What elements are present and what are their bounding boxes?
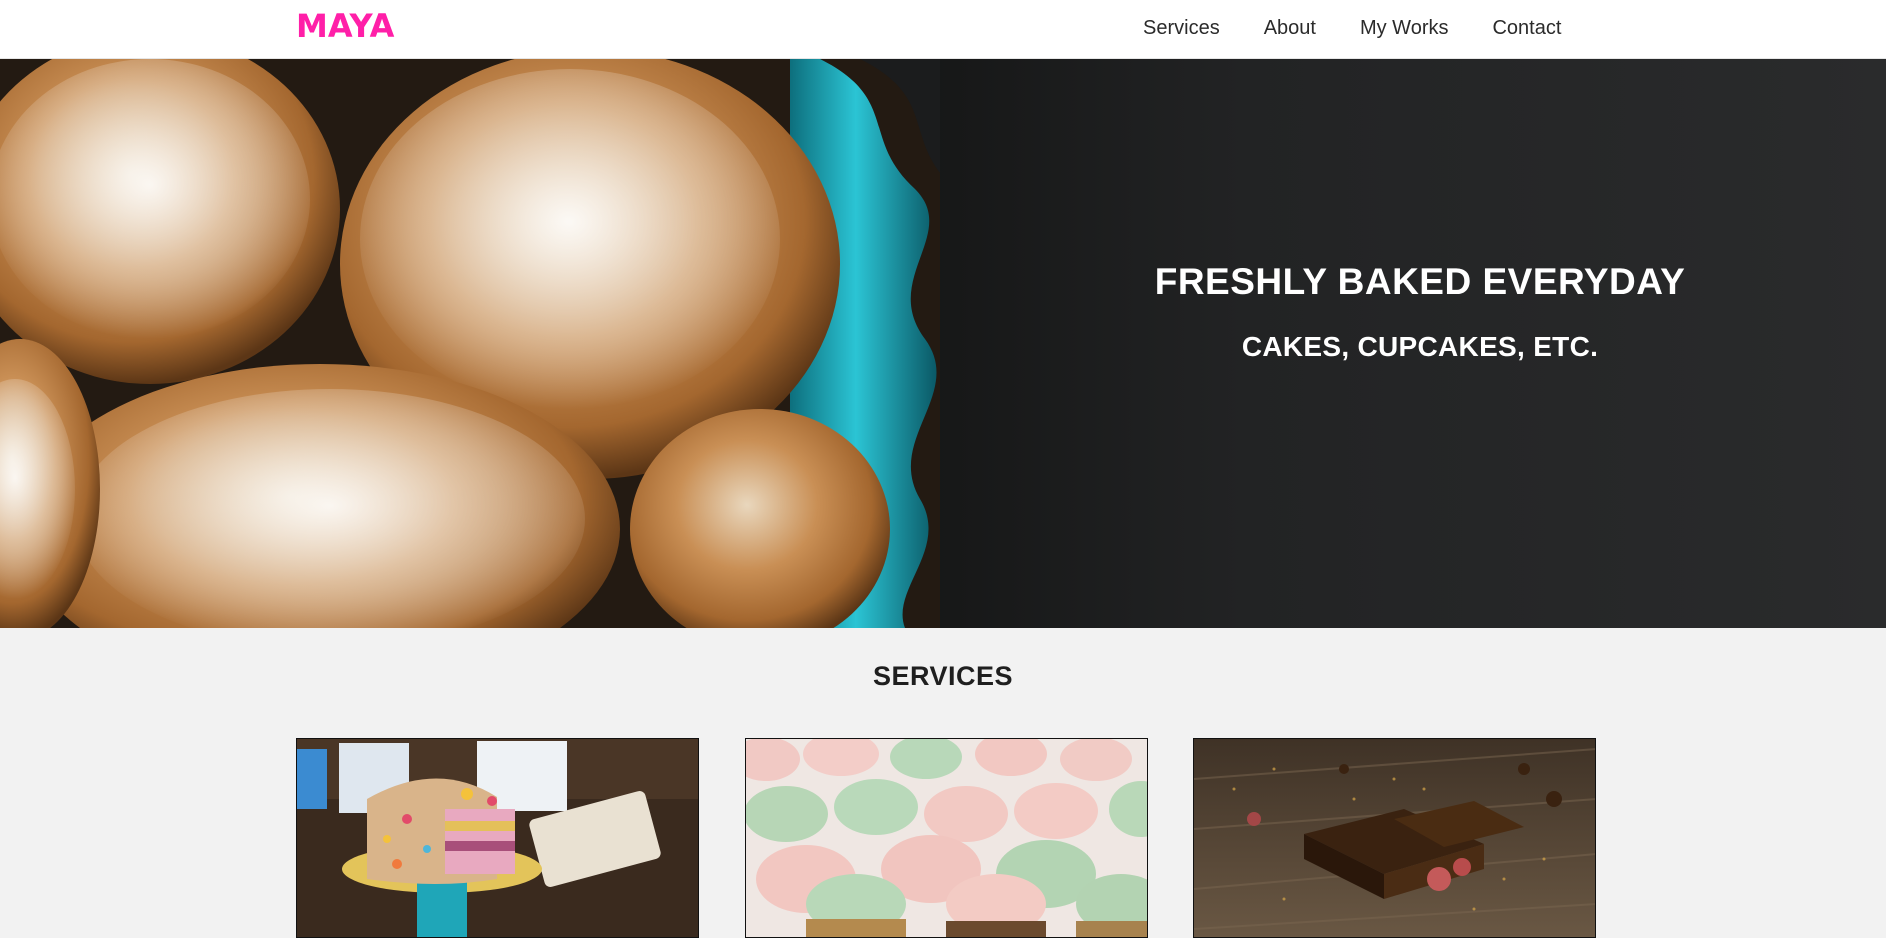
hero-subtitle: CAKES, CUPCAKES, ETC. [1241, 331, 1599, 362]
nav-item-contact[interactable]: Contact [1492, 14, 1561, 42]
brownies-image [1194, 739, 1595, 937]
hero-text-block: FRESHLY BAKED EVERYDAY CAKES, CUPCAKES, … [1100, 257, 1740, 365]
main-nav: Services About My Works Contact [1143, 14, 1561, 42]
top-navbar: MAYA Services About My Works Contact [0, 0, 1886, 59]
nav-item-about[interactable]: About [1264, 14, 1316, 42]
services-heading: SERVICES [872, 661, 1014, 691]
brand-logo[interactable]: MAYA [296, 6, 394, 46]
hero-title: FRESHLY BAKED EVERYDAY [1154, 261, 1686, 302]
service-card-cake[interactable] [296, 738, 699, 938]
nav-item-services[interactable]: Services [1143, 14, 1220, 42]
nav-item-my-works[interactable]: My Works [1360, 14, 1449, 42]
hero-banner: FRESHLY BAKED EVERYDAY CAKES, CUPCAKES, … [0, 59, 1886, 628]
service-card-brownies[interactable] [1193, 738, 1596, 938]
hero-bread-image [0, 59, 940, 628]
cupcakes-image [746, 739, 1147, 937]
service-card-cupcakes[interactable] [745, 738, 1148, 938]
layer-cake-image [297, 739, 698, 937]
